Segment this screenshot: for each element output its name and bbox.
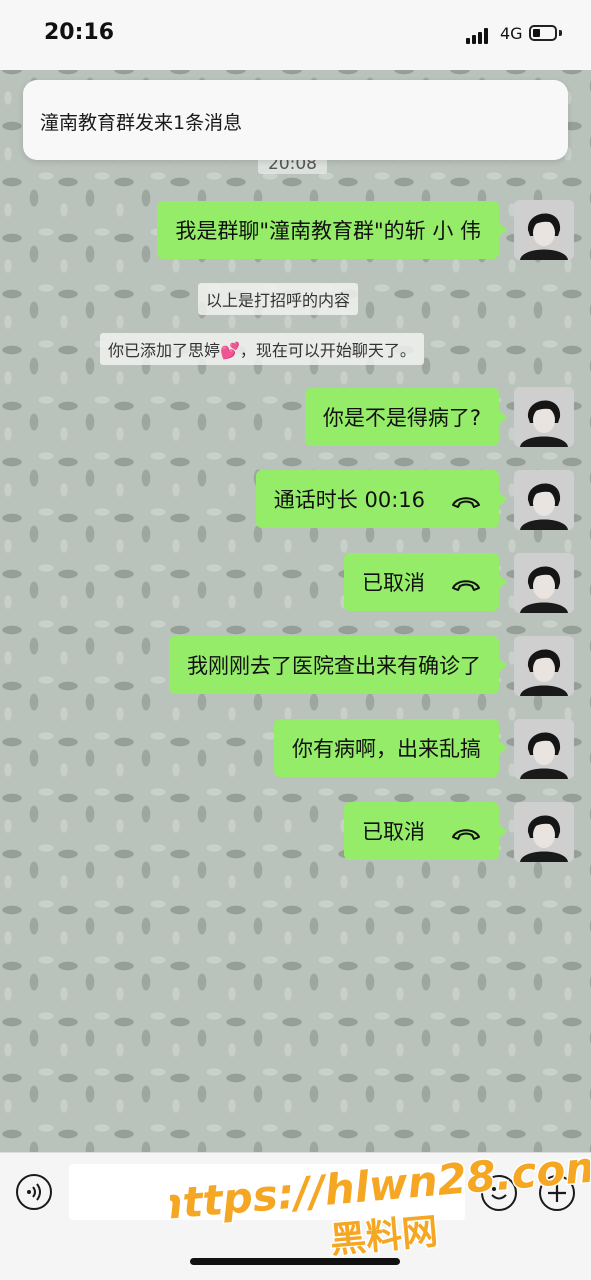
phone-hangup-icon <box>451 491 481 508</box>
notification-text: 潼南教育群发来1条消息 <box>40 112 243 134</box>
system-message: 以上是打招呼的内容 <box>198 283 359 315</box>
call-record-bubble[interactable]: 已取消 <box>344 802 507 860</box>
avatar[interactable] <box>514 636 574 696</box>
avatar[interactable] <box>514 470 574 530</box>
message-text: 我是群聊"潼南教育群"的斩 小 伟 <box>175 219 481 243</box>
avatar[interactable] <box>514 387 574 447</box>
message-bubble[interactable]: 你有病啊，出来乱搞 <box>274 719 507 777</box>
battery-tip <box>559 30 562 36</box>
call-record-text: 已取消 <box>362 571 425 595</box>
plus-icon[interactable] <box>539 1175 575 1211</box>
battery-icon <box>529 25 557 41</box>
home-indicator <box>190 1258 400 1265</box>
message-text: 我刚刚去了医院查出来有确诊了 <box>187 654 481 678</box>
call-record-bubble[interactable]: 已取消 <box>344 553 507 611</box>
avatar[interactable] <box>514 200 574 260</box>
message-text: 你是不是得病了? <box>322 406 481 430</box>
signal-icon <box>466 28 492 44</box>
avatar[interactable] <box>514 719 574 779</box>
message-text: 你有病啊，出来乱搞 <box>292 737 481 761</box>
message-input[interactable] <box>69 1164 465 1220</box>
message-bubble[interactable]: 我刚刚去了医院查出来有确诊了 <box>169 636 507 694</box>
notification-banner[interactable]: 潼南教育群发来1条消息 <box>23 80 568 160</box>
network-label: 4G <box>500 24 523 43</box>
call-record-text: 通话时长 00:16 <box>273 488 425 512</box>
call-record-bubble[interactable]: 通话时长 00:16 <box>255 470 508 528</box>
call-record-text: 已取消 <box>362 820 425 844</box>
status-time: 20:16 <box>44 20 115 45</box>
emoji-icon[interactable] <box>481 1175 517 1211</box>
avatar[interactable] <box>514 802 574 862</box>
phone-hangup-icon <box>451 574 481 591</box>
phone-hangup-icon <box>451 823 481 840</box>
avatar[interactable] <box>514 553 574 613</box>
message-bubble[interactable]: 我是群聊"潼南教育群"的斩 小 伟 <box>157 201 507 259</box>
status-bar: 20:16 4G <box>0 0 591 70</box>
voice-icon[interactable] <box>16 1174 52 1210</box>
system-message: 你已添加了思婷💕，现在可以开始聊天了。 <box>100 333 424 365</box>
message-bubble[interactable]: 你是不是得病了? <box>304 388 508 446</box>
